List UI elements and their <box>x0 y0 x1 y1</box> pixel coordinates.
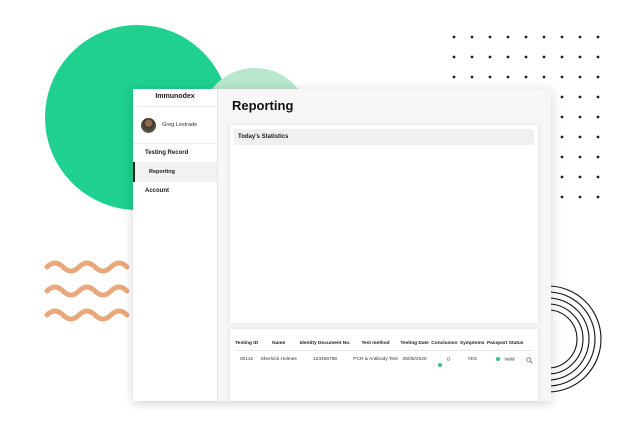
decorative-dot <box>578 75 582 79</box>
decorative-dot <box>506 55 510 59</box>
decorative-dot <box>452 35 456 39</box>
app-window: Immunodex Greg Lestrade Testing Record R… <box>133 89 551 401</box>
decorative-dot <box>596 195 600 199</box>
user-profile[interactable]: Greg Lestrade <box>133 106 217 144</box>
decorative-dot <box>452 55 456 59</box>
decorative-dot <box>488 75 492 79</box>
page-title: Reporting <box>232 98 294 113</box>
table-row[interactable]: 00131 Sherlock Holmes 123456789 PCR & An… <box>234 351 534 373</box>
main-content: Reporting Today's Statistics Testing ID … <box>218 89 551 401</box>
passport-status-value: Valid <box>504 357 515 363</box>
decorative-dot <box>524 75 528 79</box>
brand-name: Immunodex <box>155 93 195 100</box>
decorative-dot <box>596 55 600 59</box>
decorative-dot <box>452 75 456 79</box>
avatar <box>141 117 156 133</box>
cell-testing-date: 26/05/2020 <box>402 357 427 362</box>
decorative-dot <box>524 35 528 39</box>
search-icon[interactable] <box>526 357 533 366</box>
decorative-dot <box>578 55 582 59</box>
column-header-test-method: Test method <box>351 339 400 351</box>
decorative-dot <box>488 55 492 59</box>
decorative-dot <box>560 195 564 199</box>
cell-conclusion: G <box>430 351 459 373</box>
sidebar-item-testing-record[interactable]: Testing Record <box>133 144 217 162</box>
decorative-orange-waves <box>44 260 130 322</box>
cell-passport-status: Valid <box>486 351 525 373</box>
decorative-dot <box>578 195 582 199</box>
decorative-dot <box>488 35 492 39</box>
decorative-dot <box>578 115 582 119</box>
decorative-dot <box>524 55 528 59</box>
status-dot-icon <box>438 363 443 367</box>
sidebar-item-account[interactable]: Account <box>133 182 217 200</box>
decorative-dot <box>596 175 600 179</box>
cell-symptoms: YES <box>467 357 477 362</box>
decorative-dot <box>578 135 582 139</box>
cell-name: Sherlock Holmes <box>260 357 297 362</box>
column-header-testing-id: Testing ID <box>234 339 260 351</box>
decorative-dot <box>560 55 564 59</box>
cell-identity-document: 123456789 <box>313 357 338 362</box>
decorative-dot <box>578 175 582 179</box>
table-header-row: Testing ID Name Identity Document No. Te… <box>234 339 534 351</box>
decorative-dot <box>560 95 564 99</box>
column-header-identity-document: Identity Document No. <box>298 339 352 351</box>
decorative-dot <box>506 35 510 39</box>
column-header-testing-date: Testing Date <box>399 339 431 351</box>
conclusion-value: G <box>446 357 451 363</box>
column-header-passport-status: Passport Status <box>485 339 525 351</box>
sidebar-item-reporting[interactable]: Reporting <box>133 162 217 182</box>
column-header-actions <box>524 339 534 351</box>
decorative-dot <box>560 35 564 39</box>
column-header-name: Name <box>259 339 299 351</box>
decorative-dot <box>578 95 582 99</box>
decorative-dot <box>560 155 564 159</box>
status-dot-icon <box>495 357 500 361</box>
cell-testing-id: 00131 <box>239 357 254 362</box>
decorative-dot <box>542 35 546 39</box>
cell-test-method: PCR & Antibody Test <box>353 357 398 362</box>
statistics-card: Today's Statistics <box>230 125 538 323</box>
user-name: Greg Lestrade <box>162 122 198 128</box>
decorative-dot <box>596 155 600 159</box>
records-table-card: Testing ID Name Identity Document No. Te… <box>230 329 538 401</box>
decorative-dot <box>470 55 474 59</box>
decorative-dot <box>578 35 582 39</box>
decorative-dot <box>596 35 600 39</box>
cell-actions <box>525 351 534 373</box>
decorative-concentric-arcs <box>548 285 602 393</box>
records-table: Testing ID Name Identity Document No. Te… <box>234 339 534 372</box>
decorative-dot <box>542 55 546 59</box>
decorative-dot <box>596 115 600 119</box>
decorative-dot <box>596 75 600 79</box>
decorative-dot <box>542 75 546 79</box>
decorative-dot <box>596 135 600 139</box>
decorative-dot <box>560 115 564 119</box>
decorative-dot <box>578 155 582 159</box>
decorative-dot <box>470 35 474 39</box>
decorative-dot <box>560 75 564 79</box>
column-header-symptoms: Symptoms <box>458 339 486 351</box>
decorative-dot <box>470 75 474 79</box>
decorative-dot <box>506 75 510 79</box>
statistics-header: Today's Statistics <box>234 129 534 145</box>
decorative-dot <box>596 95 600 99</box>
decorative-dot <box>560 135 564 139</box>
decorative-dot <box>560 175 564 179</box>
sidebar: Immunodex Greg Lestrade Testing Record R… <box>133 89 218 401</box>
column-header-conclusion: Conclusion <box>430 339 459 351</box>
